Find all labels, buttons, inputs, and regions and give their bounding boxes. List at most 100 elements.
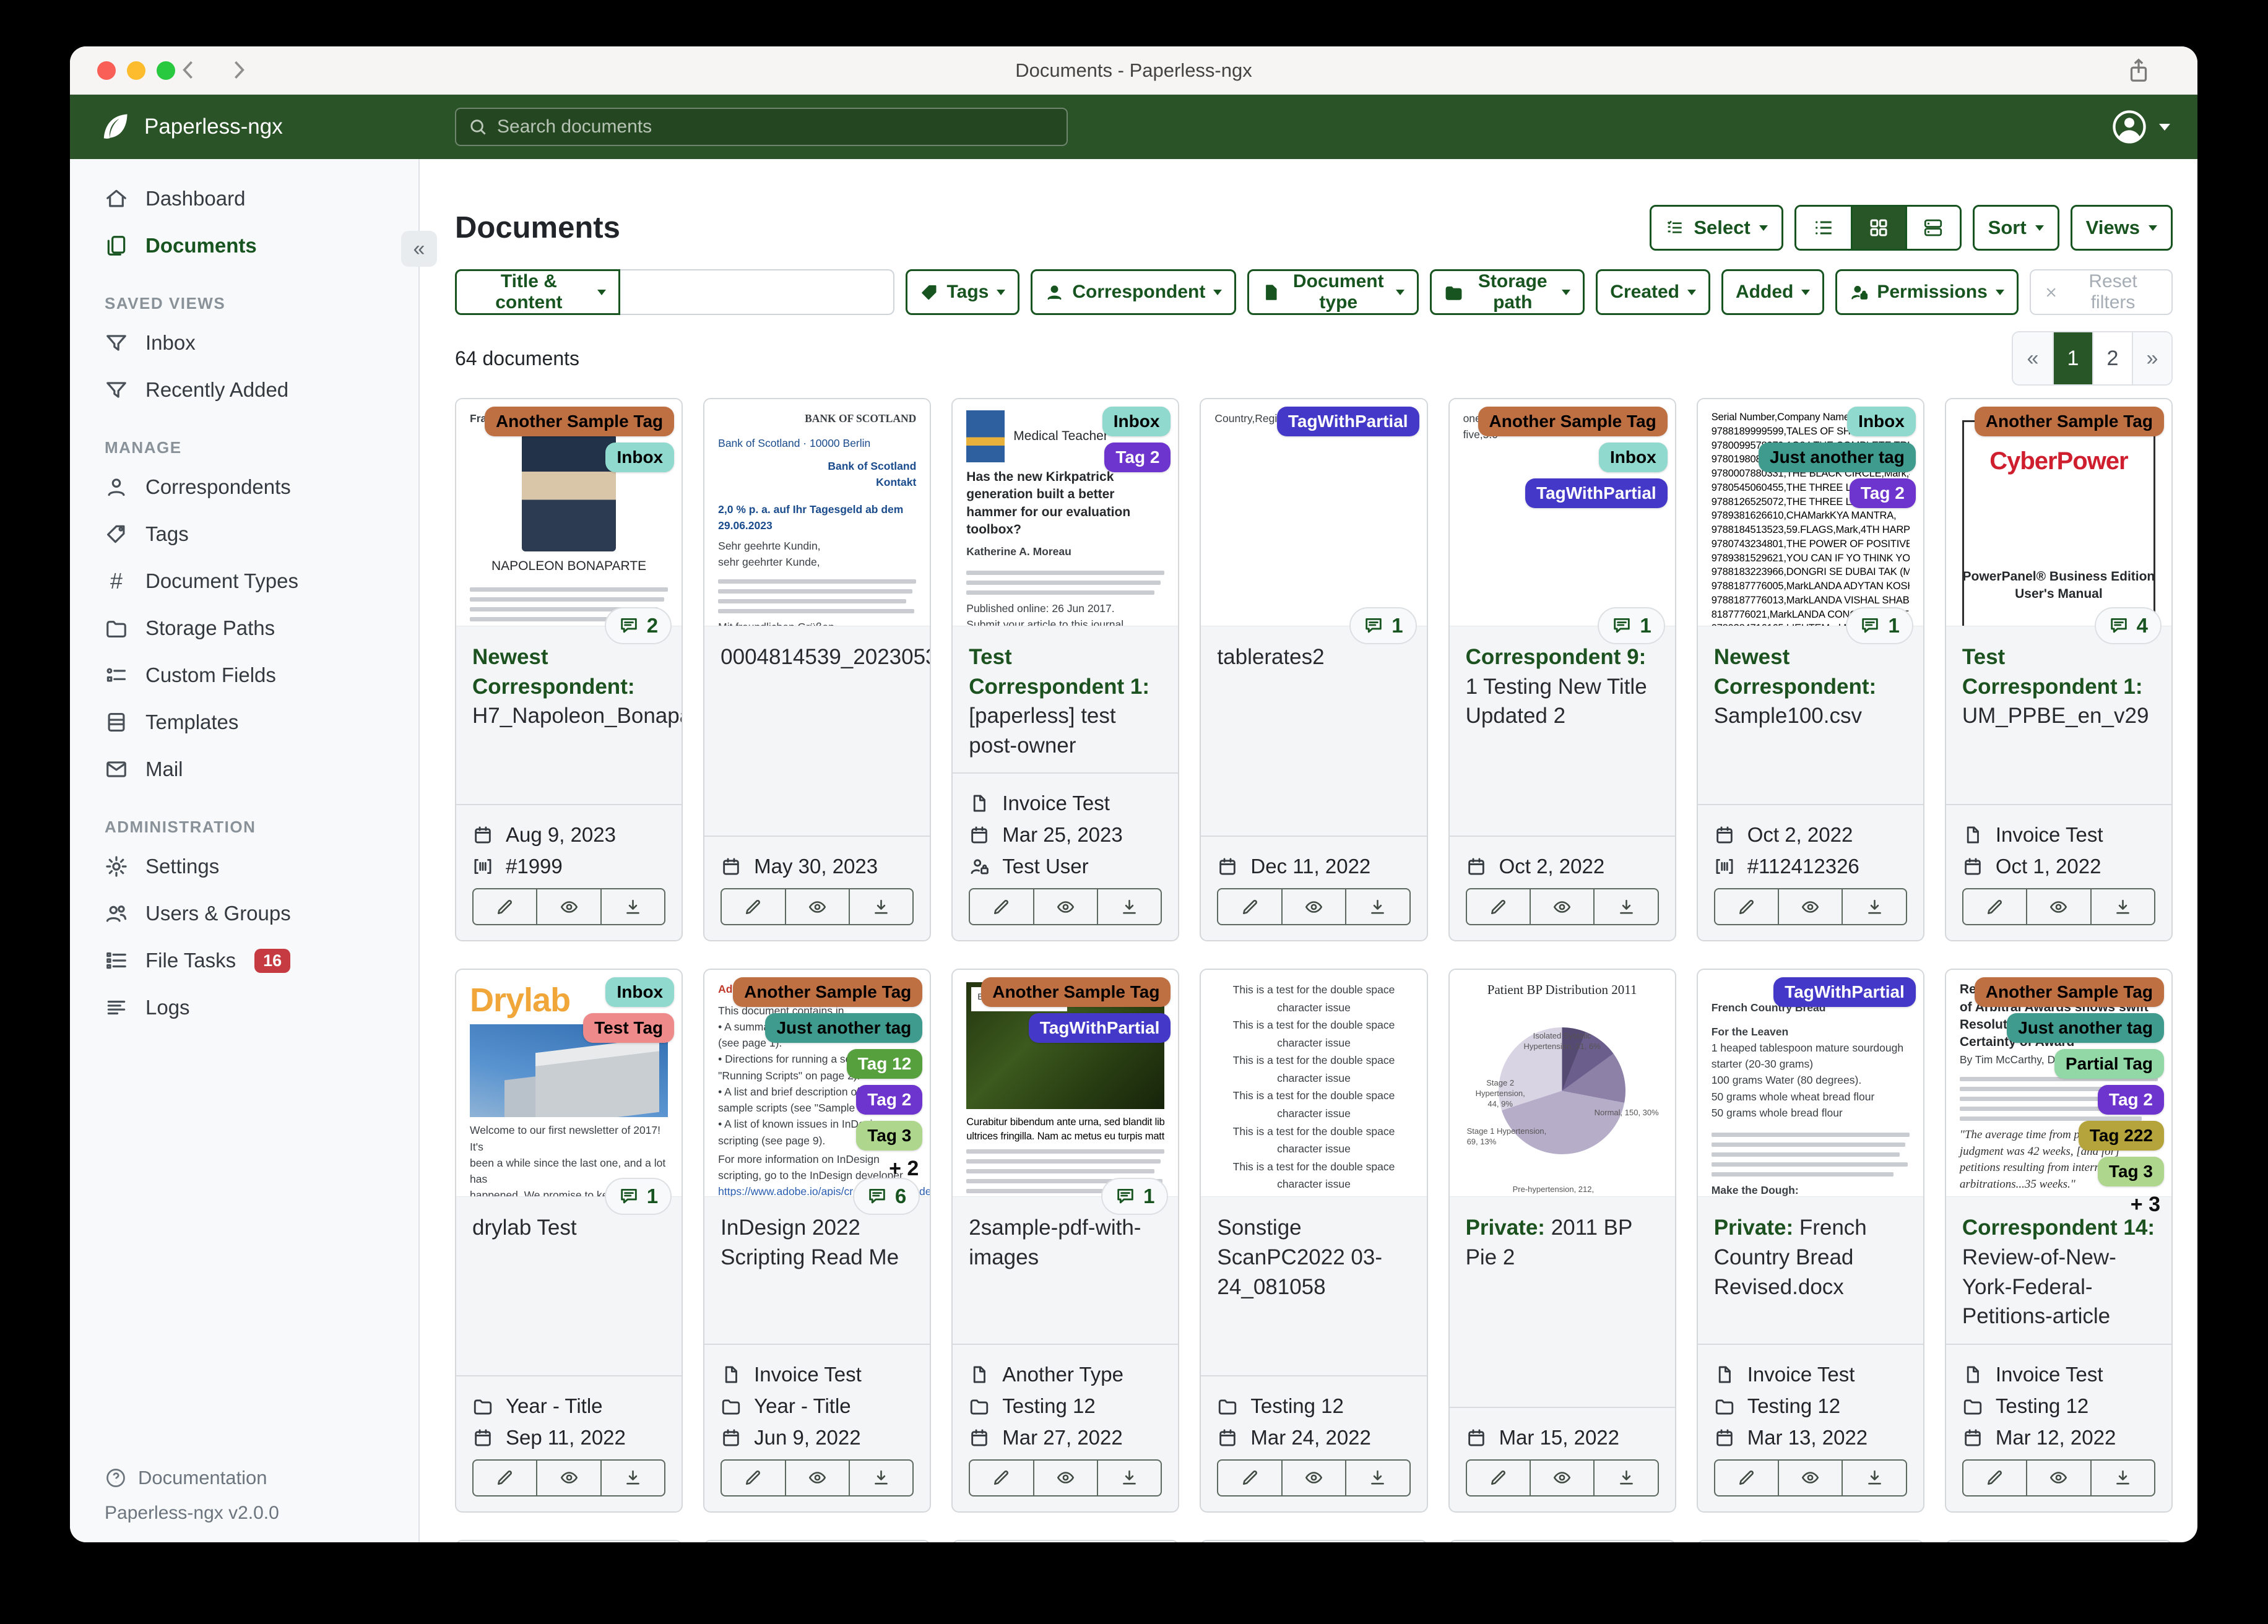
brand[interactable]: Paperless-ngx (97, 110, 283, 144)
tag-pill[interactable]: Just another tag (1759, 443, 1916, 472)
view-list-button[interactable] (1796, 207, 1851, 249)
document-title[interactable]: Correspondent 9: 1 Testing New Title Upd… (1466, 642, 1659, 731)
filter-permissions-button[interactable]: Permissions (1835, 269, 2019, 315)
view-document-button[interactable] (536, 888, 602, 926)
tag-pill[interactable]: Tag 12 (846, 1049, 923, 1079)
tag-pill[interactable]: Tag 3 (856, 1121, 923, 1151)
tag-pill[interactable]: Partial Tag (2054, 1049, 2164, 1079)
comment-count-badge[interactable]: 6 (852, 1178, 920, 1216)
document-thumbnail[interactable]: Lorem ipsumLorem ipsum dolor sit amet, c… (456, 1540, 682, 1542)
tag-pill[interactable]: Inbox (1847, 407, 1916, 436)
edit-document-button[interactable] (1713, 888, 1780, 926)
collapse-sidebar-button[interactable]: « (401, 231, 437, 267)
view-document-button[interactable] (784, 1459, 850, 1497)
edit-document-button[interactable] (721, 888, 786, 926)
document-title[interactable]: Newest Correspondent: H7_Napoleon_Bonapa… (472, 642, 682, 731)
view-document-button[interactable] (1281, 888, 1347, 926)
document-card[interactable]: AdobeThis document contains in• A summar… (703, 969, 932, 1513)
sidebar-item-document-types[interactable]: # Document Types (70, 558, 418, 605)
comment-count-badge[interactable]: 2 (604, 607, 672, 644)
edit-document-button[interactable] (721, 1459, 786, 1497)
sidebar-item-templates[interactable]: Templates (70, 699, 418, 746)
document-title[interactable]: 0004814539_20230531 (721, 642, 930, 672)
document-title[interactable]: InDesign 2022 Scripting Read Me (721, 1213, 914, 1272)
tag-pill[interactable]: Just another tag (765, 1013, 923, 1043)
tag-pill[interactable]: TagWithPartial (1028, 1013, 1171, 1043)
document-title[interactable]: Newest Correspondent: Sample100.csv (1714, 642, 1907, 731)
document-card[interactable]: Lorem ipsumLorem ipsum dolor sit amet, c… (455, 1539, 683, 1542)
pager-nav-button[interactable]: « (2013, 332, 2053, 384)
download-document-button[interactable] (1593, 1459, 1659, 1497)
document-card[interactable]: Drylab Welcome to our first newsletter of… (455, 969, 683, 1513)
comment-count-badge[interactable]: 1 (1349, 607, 1417, 644)
search-box[interactable] (455, 108, 1068, 146)
tag-pill[interactable]: Just another tag (2007, 1013, 2164, 1043)
tag-pill[interactable]: Inbox (605, 977, 675, 1008)
sidebar-item-users-groups[interactable]: Users & Groups (70, 890, 418, 937)
tag-pill[interactable]: Another Sample Tag (1478, 407, 1668, 436)
document-title[interactable]: Private: French Country Bread Revised.do… (1714, 1213, 1907, 1302)
view-grid-button[interactable] (1850, 207, 1905, 249)
reset-filters-button[interactable]: Reset filters (2029, 269, 2173, 315)
download-document-button[interactable] (1097, 888, 1162, 926)
edit-document-button[interactable] (1962, 1459, 2028, 1497)
sidebar-item-correspondents[interactable]: Correspondents (70, 464, 418, 511)
document-card[interactable]: Boundary Waters TripCurabitur bibendum a… (951, 969, 1180, 1513)
download-document-button[interactable] (1842, 888, 1907, 926)
document-card[interactable]: This is a multi page document. Page 1.Ne… (1200, 1539, 1428, 1542)
download-document-button[interactable] (1593, 888, 1659, 926)
comment-count-badge[interactable]: 1 (604, 1178, 672, 1216)
tag-pill[interactable]: Tag 2 (2097, 1085, 2164, 1115)
document-card[interactable]: one,1.0five,5.0Another Sample TagInboxTa… (1448, 398, 1676, 942)
back-icon[interactable] (175, 56, 202, 87)
pager-page-button[interactable]: 2 (2092, 332, 2132, 384)
document-thumbnail[interactable]: This is a multi page document. Page 1. (1201, 1540, 1427, 1542)
tag-pill[interactable]: Inbox (1102, 407, 1171, 436)
filter-added-button[interactable]: Added (1721, 269, 1825, 315)
tag-pill[interactable]: Test Tag (583, 1013, 675, 1043)
download-document-button[interactable] (1345, 888, 1411, 926)
view-document-button[interactable] (1529, 888, 1595, 926)
tag-pill[interactable]: Another Sample Tag (1974, 407, 2164, 436)
user-menu[interactable] (2110, 107, 2170, 147)
view-document-button[interactable] (784, 888, 850, 926)
edit-document-button[interactable] (472, 888, 538, 926)
document-card[interactable]: French Country Bread For the Leaven 1 heap… (1696, 969, 1924, 1513)
sidebar-item-file-tasks[interactable]: File Tasks 16 (70, 937, 418, 984)
download-document-button[interactable] (848, 888, 914, 926)
download-document-button[interactable] (848, 1459, 914, 1497)
tag-pill[interactable]: Another Sample Tag (733, 977, 923, 1008)
tag-pill[interactable]: Tag 2 (1104, 443, 1171, 472)
minimize-window-button[interactable] (127, 61, 145, 80)
edit-document-button[interactable] (969, 888, 1034, 926)
document-title[interactable]: Correspondent 14: Review-of-New-York-Fed… (1962, 1213, 2155, 1331)
view-document-button[interactable] (2026, 1459, 2092, 1497)
document-card[interactable]: Country,Region/State," TagWithPartial 1 tab… (1200, 398, 1428, 942)
download-document-button[interactable] (600, 888, 666, 926)
zoom-window-button[interactable] (157, 61, 175, 80)
document-card[interactable]: Serial Number,Company Name,Employe 978818… (1696, 398, 1924, 942)
sidebar-item-documents[interactable]: Documents (70, 222, 418, 269)
document-card[interactable]: Patient BP Distribution 2011 Isolated Sys… (1448, 969, 1676, 1513)
edit-document-button[interactable] (1217, 1459, 1283, 1497)
views-button[interactable]: Views (2070, 205, 2173, 251)
document-card[interactable]: Medical Teacher Has the new Kirkpatrick g… (951, 398, 1180, 942)
comment-count-badge[interactable]: 1 (1846, 607, 1913, 644)
document-card[interactable]: This is a testAnother Sample TagTag 12 (1696, 1539, 1924, 1542)
document-card[interactable]: This is a test for the double space char… (1200, 969, 1428, 1513)
sidebar-item-dashboard[interactable]: Dashboard (70, 175, 418, 222)
tag-pill[interactable]: Tag 222 (2078, 1121, 2164, 1151)
tag-pill[interactable]: Another Sample Tag (484, 407, 675, 436)
document-thumbnail[interactable]: Lorem ipsumLorem ipsum dolor sit amet, c… (1946, 1540, 2171, 1542)
close-window-button[interactable] (97, 61, 116, 80)
forward-icon[interactable] (225, 56, 252, 87)
tag-pill[interactable]: Tag 2 (1849, 478, 1916, 508)
document-title[interactable]: Test Correspondent 1: [paperless] test p… (969, 642, 1162, 760)
tag-pill[interactable]: TagWithPartial (1525, 478, 1668, 508)
document-title[interactable]: Sonstige ScanPC2022 03-24_081058 (1217, 1213, 1410, 1302)
comment-count-badge[interactable]: 1 (1101, 1178, 1169, 1216)
comment-count-badge[interactable]: 1 (1598, 607, 1665, 644)
select-button[interactable]: Select (1650, 205, 1783, 251)
document-card[interactable]: Francja pod rNAPOLEON BONAPARTEAnother S… (455, 398, 683, 942)
document-thumbnail[interactable]: Test Name123-456-7890January 2, 2022July… (704, 1540, 930, 1542)
